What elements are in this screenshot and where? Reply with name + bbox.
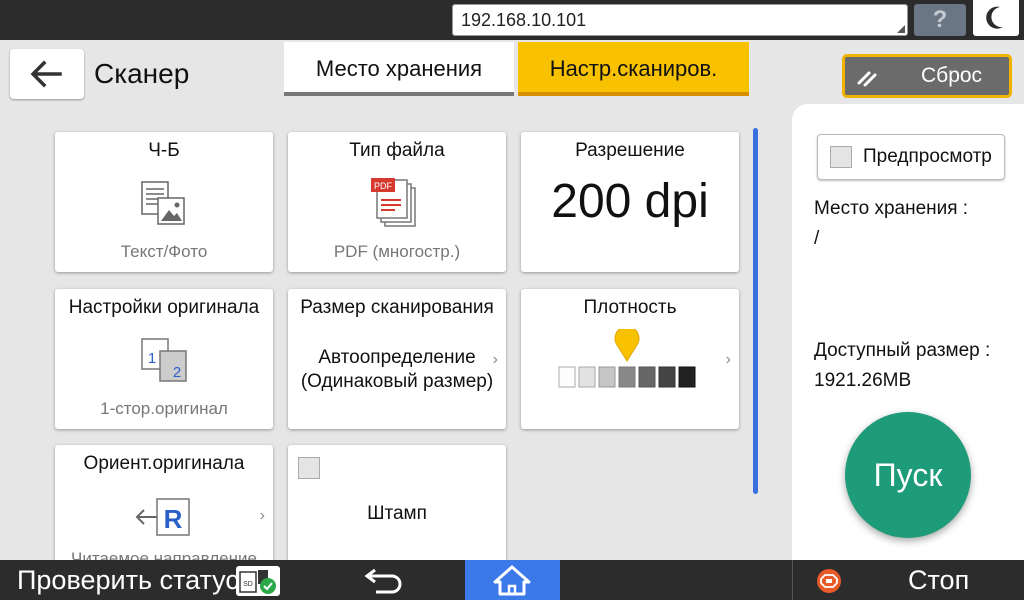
sd-card-status[interactable]: SD xyxy=(236,566,280,596)
svg-text:SD: SD xyxy=(243,581,253,588)
ip-address-field[interactable]: 192.168.10.101 xyxy=(452,4,908,36)
reset-button[interactable]: Сброс xyxy=(842,54,1012,98)
density-title: Плотность xyxy=(583,297,677,318)
start-button[interactable]: Пуск xyxy=(845,412,971,538)
home-icon xyxy=(493,565,531,596)
tab-scan-settings[interactable]: Настр.сканиров. xyxy=(518,42,749,96)
reset-label: Сброс xyxy=(921,64,983,87)
tile-scan-size[interactable]: Размер сканирования Автоопределение (Оди… xyxy=(288,289,506,429)
available-size-label: Доступный размер : xyxy=(814,340,991,361)
orientation-r-icon: R xyxy=(135,498,190,536)
sd-card-ok-icon: SD xyxy=(239,570,276,594)
stop-icon[interactable] xyxy=(816,568,842,594)
moon-icon xyxy=(986,6,1003,29)
orientation-letter: R xyxy=(164,504,183,534)
scan-size-value-line2: (Одинаковый размер) xyxy=(300,371,494,392)
color-mode-title: Ч-Б xyxy=(148,140,180,161)
tile-color-mode[interactable]: Ч-Б Текст/Фото xyxy=(55,132,273,272)
color-mode-value: Текст/Фото xyxy=(120,242,208,261)
arrow-left-icon xyxy=(30,60,62,88)
density-marker-icon xyxy=(614,329,640,362)
home-button[interactable] xyxy=(465,560,560,600)
resize-corner-icon xyxy=(897,25,905,33)
scrollbar[interactable] xyxy=(753,128,758,494)
stamp-checkbox[interactable] xyxy=(298,457,320,479)
tile-resolution[interactable]: Разрешение 200 dpi xyxy=(521,132,739,272)
stop-button[interactable]: Стоп xyxy=(908,560,969,600)
pdf-multipage-icon: PDF xyxy=(371,178,416,227)
return-button[interactable] xyxy=(358,564,412,596)
tile-stamp[interactable]: Штамп xyxy=(288,445,506,575)
density-scale xyxy=(558,329,696,388)
preview-checkbox xyxy=(830,146,852,168)
check-status-button[interactable]: Проверить статус xyxy=(17,560,239,600)
pdf-icon-label: PDF xyxy=(374,181,393,191)
page-title: Сканер xyxy=(94,58,190,89)
energy-saver-button[interactable] xyxy=(973,0,1019,36)
return-arrow-icon xyxy=(364,568,402,594)
scan-size-value-line1: Автоопределение xyxy=(318,347,476,368)
file-type-value: PDF (многостр.) xyxy=(333,242,461,261)
bottom-bar: Проверить статус SD Стоп xyxy=(0,560,1024,600)
scan-size-title: Размер сканирования xyxy=(300,297,494,318)
one-sided-original-icon: 1 2 xyxy=(141,338,187,382)
original-settings-value: 1-стор.оригинал xyxy=(100,399,228,418)
chevron-right-icon: › xyxy=(492,351,498,368)
reset-slash-icon xyxy=(857,71,877,87)
tile-file-type[interactable]: Тип файла PDF PDF (многостр.) xyxy=(288,132,506,272)
file-type-title: Тип файла xyxy=(349,140,445,161)
original-side2-number: 2 xyxy=(173,364,181,381)
tile-orientation[interactable]: Ориент.оригинала R › Читаемое направлени… xyxy=(55,445,273,575)
help-button[interactable]: ? xyxy=(914,4,966,36)
tab-storage-location[interactable]: Место хранения xyxy=(284,42,514,96)
tile-density[interactable]: Плотность › xyxy=(521,289,739,429)
ip-address-text: 192.168.10.101 xyxy=(461,10,587,30)
orientation-title: Ориент.оригинала xyxy=(83,453,245,474)
chevron-right-icon: › xyxy=(259,507,265,524)
preview-button[interactable]: Предпросмотр xyxy=(817,134,1005,180)
stamp-title: Штамп xyxy=(367,503,427,524)
storage-label: Место хранения : xyxy=(814,198,969,219)
original-side1-number: 1 xyxy=(148,350,156,367)
resolution-value: 200 dpi xyxy=(551,175,709,228)
top-bar: 192.168.10.101 ? xyxy=(0,0,1024,40)
tile-original-settings[interactable]: Настройки оригинала 1 2 1-стор.оригинал xyxy=(55,289,273,429)
preview-label: Предпросмотр xyxy=(863,146,992,167)
divider xyxy=(792,560,793,600)
text-photo-icon xyxy=(141,181,185,225)
resolution-title: Разрешение xyxy=(575,140,685,161)
back-button[interactable] xyxy=(10,49,84,99)
available-size-value: 1921.26MB xyxy=(814,370,912,391)
original-settings-title: Настройки оригинала xyxy=(68,297,260,318)
storage-value: / xyxy=(814,228,820,249)
chevron-right-icon: › xyxy=(725,351,731,368)
